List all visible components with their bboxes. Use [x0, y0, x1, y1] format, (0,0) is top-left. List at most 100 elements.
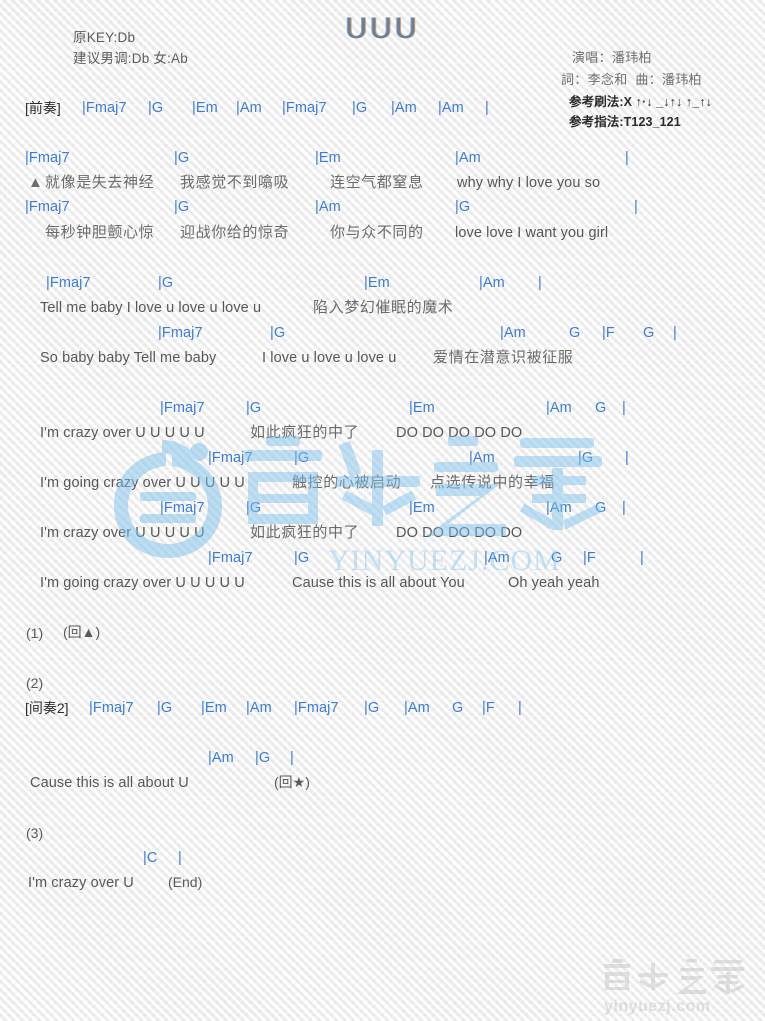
svg-text:yinyuezj.com: yinyuezj.com: [604, 998, 710, 1015]
chord: |Fmaj7: [89, 700, 134, 716]
chord: |G: [270, 325, 286, 341]
lyric: 迎战你给的惊奇: [180, 224, 290, 241]
chord: |Am: [391, 100, 417, 116]
chord: |F: [583, 550, 596, 566]
lyric: I'm crazy over U: [28, 875, 134, 891]
chord: |G: [294, 550, 310, 566]
chord: G: [595, 500, 607, 516]
lyric: 我感觉不到噏吸: [180, 174, 290, 191]
chord: |Em: [364, 275, 390, 291]
lyric: 连空气都窒息: [330, 174, 424, 191]
chord: |Fmaj7: [25, 199, 70, 215]
lyric: Oh yeah yeah: [508, 575, 600, 591]
repeat-marker: (回★): [274, 774, 310, 790]
chord: |: [673, 325, 677, 341]
svg-text:YINYUEZJ.COM: YINYUEZJ.COM: [328, 544, 561, 577]
bottom-watermark: yinyuezj.com: [598, 958, 756, 1016]
strum-pattern-label: 参考刷法:X ↑·↓ _↓↑↓ ↑_↑↓: [569, 95, 712, 109]
chord: |F: [482, 700, 495, 716]
chord: |: [622, 500, 626, 516]
writer-composer-label: 詞：李念和 曲：潘玮柏: [561, 72, 702, 87]
chord: |: [634, 199, 638, 215]
lyric: Cause this is all about U: [30, 775, 189, 791]
suggested-key-label: 建议男调:Db 女:Ab: [73, 51, 188, 66]
chord: G: [569, 325, 581, 341]
chord: |G: [255, 750, 271, 766]
chord: |Fmaj7: [160, 400, 205, 416]
chord: |: [290, 750, 294, 766]
ending-number: (1): [26, 625, 44, 641]
chord-sheet: UUU 原KEY:Db 建议男调:Db 女:Ab 演唱：潘玮柏 詞：李念和 曲：…: [0, 0, 765, 1021]
chord: |: [538, 275, 542, 291]
chord: |Em: [409, 500, 435, 516]
chord: |: [518, 700, 522, 716]
chord: |Em: [192, 100, 218, 116]
chord: |Am: [208, 750, 234, 766]
chord: |: [625, 150, 629, 166]
chord: |Fmaj7: [208, 550, 253, 566]
end-marker: (End): [168, 874, 203, 890]
chord: |Am: [404, 700, 430, 716]
chord: |Am: [438, 100, 464, 116]
lyric: 如此疯狂的中了: [250, 524, 360, 541]
lyric: 就像是失去神经: [45, 174, 155, 191]
lyric: 爱情在潜意识被征服: [433, 349, 574, 366]
chord: |Am: [546, 500, 572, 516]
chord: |: [622, 400, 626, 416]
chord: |Fmaj7: [160, 500, 205, 516]
chord: |G: [174, 199, 190, 215]
chord: |Am: [546, 400, 572, 416]
chord: |Am: [315, 199, 341, 215]
singer-label: 演唱：潘玮柏: [572, 50, 652, 65]
lyric: 触控的心被启动: [292, 474, 402, 491]
chord: |G: [246, 400, 262, 416]
ending-number: (3): [26, 825, 44, 841]
lyric: 每秒钟胆颤心惊: [45, 224, 155, 241]
chord: |Fmaj7: [294, 700, 339, 716]
lyric: 点选传说中的幸福: [430, 474, 555, 491]
lyric: love love I want you girl: [455, 225, 609, 241]
lyric: 陷入梦幻催眠的魔术: [313, 299, 454, 316]
chord: |: [625, 450, 629, 466]
chord: |G: [158, 275, 174, 291]
chord: G: [643, 325, 655, 341]
chord: |Fmaj7: [158, 325, 203, 341]
original-key-label: 原KEY:Db: [73, 30, 136, 45]
chord: |Am: [500, 325, 526, 341]
finger-pattern-label: 参考指法:T123_121: [569, 115, 681, 129]
lyric: DO DO DO DO DO: [396, 525, 523, 541]
chord: |Fmaj7: [46, 275, 91, 291]
chord: |G: [352, 100, 368, 116]
lyric: So baby baby Tell me baby: [40, 350, 217, 366]
lyric: why why I love you so: [457, 175, 601, 191]
chord: |Em: [201, 700, 227, 716]
lyric: I'm crazy over U U U U U: [40, 525, 205, 541]
chord: |G: [578, 450, 594, 466]
lyric: DO DO DO DO DO: [396, 425, 523, 441]
lyric: I'm going crazy over U U U U U: [40, 475, 245, 491]
repeat-marker: (回▲): [63, 624, 101, 640]
chord: G: [551, 550, 563, 566]
lyric: I love u love u love u: [262, 350, 397, 366]
chord: |G: [364, 700, 380, 716]
chord: |C: [143, 850, 158, 866]
chord: |: [485, 100, 489, 116]
ending-number: (2): [26, 675, 44, 691]
chord: |Fmaj7: [82, 100, 127, 116]
chord: |Am: [479, 275, 505, 291]
chord: G: [452, 700, 464, 716]
lyric: 你与众不同的: [330, 224, 424, 241]
chord: |Fmaj7: [282, 100, 327, 116]
chord: |Em: [409, 400, 435, 416]
lyric: 如此疯狂的中了: [250, 424, 360, 441]
chord: G: [595, 400, 607, 416]
chord: |Am: [236, 100, 262, 116]
chord: |Am: [455, 150, 481, 166]
chord: |G: [174, 150, 190, 166]
chord: |: [640, 550, 644, 566]
section-tag-interlude2: [间奏2]: [25, 700, 69, 716]
chord: |F: [602, 325, 615, 341]
lyric: Tell me baby I love u love u love u: [40, 300, 262, 316]
chord: |Fmaj7: [25, 150, 70, 166]
chord: |G: [294, 450, 310, 466]
